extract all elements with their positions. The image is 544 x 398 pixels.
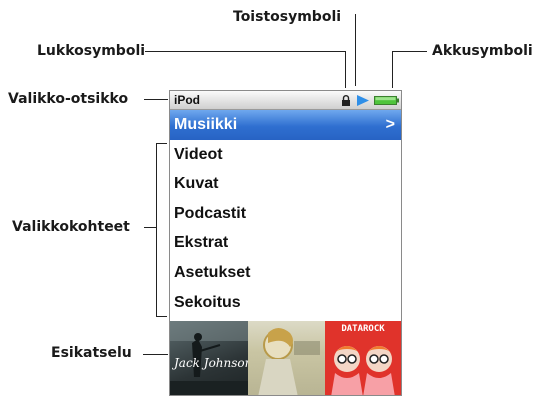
ipod-screen: iPod Musiikki > Videot Kuvat Podcastit E…: [169, 90, 402, 396]
menu-item-label: Kuvat: [174, 175, 219, 193]
label-esikatselu: Esikatselu: [51, 345, 132, 361]
label-toistosymboli: Toistosymboli: [233, 9, 342, 25]
menu-item-label: Ekstrat: [174, 234, 229, 252]
bracket-kohteet-vertical: [156, 143, 158, 317]
leader-line-esikatselu: [143, 354, 168, 356]
bracket-kohteet-top: [156, 143, 167, 145]
menu-title: iPod: [174, 93, 200, 107]
menu-item-sekoitus[interactable]: Sekoitus: [170, 288, 401, 318]
menu-item-podcastit[interactable]: Podcastit: [170, 199, 401, 229]
menu-item-label: Sekoitus: [174, 293, 241, 311]
leader-line-toisto: [355, 14, 357, 86]
album-art-3: DATAROCK: [325, 321, 401, 395]
menu-item-asetukset[interactable]: Asetukset: [170, 258, 401, 288]
menu-item-videot[interactable]: Videot: [170, 140, 401, 170]
album-art-1-graphic: Jack Johnson: [170, 321, 248, 395]
menu-item-ekstrat[interactable]: Ekstrat: [170, 228, 401, 258]
menu-item-kuvat[interactable]: Kuvat: [170, 169, 401, 199]
leader-line-akku: [392, 51, 427, 53]
menu-item-musiikki[interactable]: Musiikki >: [170, 110, 401, 140]
leader-line-akku-drop: [392, 51, 394, 88]
lock-icon: [342, 95, 350, 106]
album-art-2-graphic: [258, 328, 320, 395]
album-preview: Jack Johnson DATAROCK: [170, 321, 401, 395]
menu-item-label: Asetukset: [174, 263, 251, 281]
label-valikkokohteet: Valikkokohteet: [12, 219, 130, 235]
album-art-2: [248, 321, 325, 395]
menu-item-label: Musiikki: [174, 116, 238, 133]
leader-line-lukko: [145, 51, 346, 53]
album-art-3-text: DATAROCK: [341, 324, 385, 334]
menu-item-label: Videot: [174, 145, 223, 163]
album-art-1: Jack Johnson: [170, 321, 248, 395]
chevron-right-icon: >: [385, 116, 395, 133]
leader-line-lukko-drop: [345, 51, 347, 88]
battery-icon: [374, 96, 399, 105]
album-art-1-text: Jack Johnson: [171, 356, 248, 370]
leader-line-otsikko: [144, 99, 168, 101]
label-valikko-otsikko: Valikko-otsikko: [8, 91, 129, 107]
menu-list: Musiikki > Videot Kuvat Podcastit Ekstra…: [170, 110, 401, 317]
leader-line-kohteet: [144, 227, 156, 229]
label-lukkosymboli: Lukkosymboli: [37, 43, 146, 59]
menu-item-label: Podcastit: [174, 204, 247, 222]
play-icon: [357, 95, 369, 106]
bracket-kohteet-bottom: [156, 316, 167, 318]
album-art-3-graphic: DATAROCK: [331, 324, 395, 395]
title-bar: iPod: [170, 91, 401, 110]
label-akkusymboli: Akkusymboli: [432, 43, 533, 59]
